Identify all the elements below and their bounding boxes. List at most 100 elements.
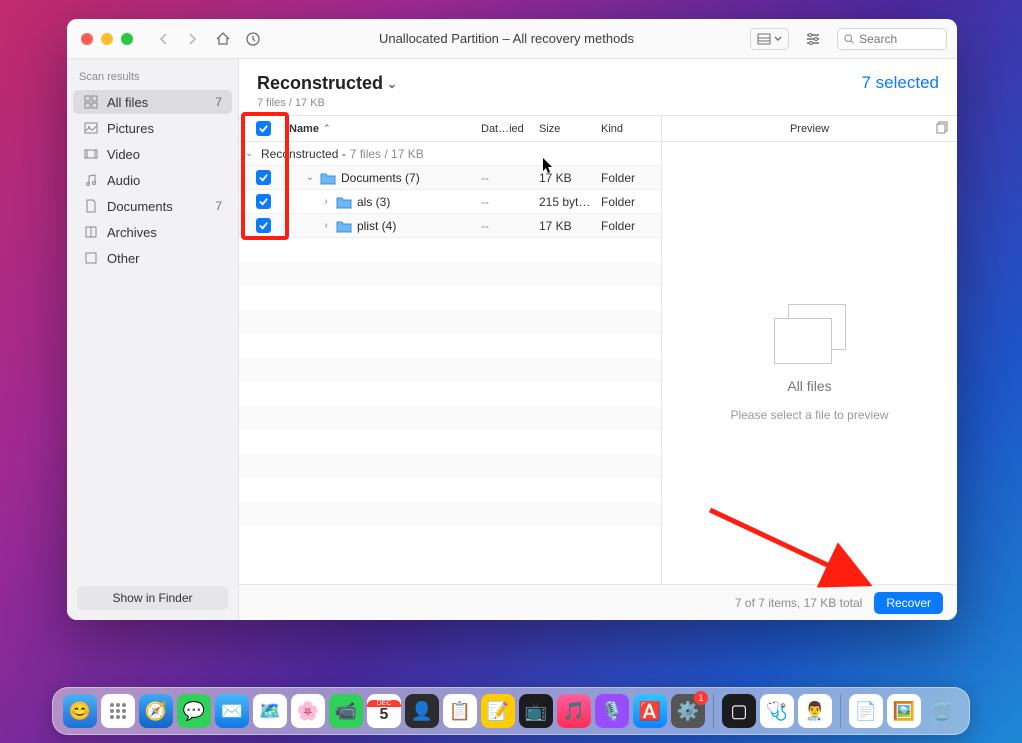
row-date: -- xyxy=(481,219,539,233)
table-row[interactable]: › plist (4) -- 17 KB Folder xyxy=(239,214,661,238)
sidebar-item-archives[interactable]: Archives xyxy=(73,220,232,244)
dock-calendar[interactable]: DEC5 xyxy=(367,694,401,728)
copy-icon[interactable] xyxy=(936,121,949,137)
doc-icon xyxy=(83,198,99,214)
search-field[interactable] xyxy=(837,28,947,50)
caret-right-icon[interactable]: › xyxy=(321,220,331,231)
image-icon xyxy=(83,120,99,136)
group-label: Reconstructed - xyxy=(261,147,346,161)
dock-music[interactable]: 🎵 xyxy=(557,694,591,728)
sidebar-header: Scan results xyxy=(67,67,238,89)
dock-tv[interactable]: 📺 xyxy=(519,694,553,728)
dock-finder[interactable]: 😊 xyxy=(63,694,97,728)
dock-trash[interactable]: 🗑️ xyxy=(925,694,959,728)
dock-mail[interactable]: ✉️ xyxy=(215,694,249,728)
sidebar-item-label: Audio xyxy=(107,173,140,188)
group-row[interactable]: ⌄ Reconstructed - 7 files / 17 KB xyxy=(239,142,661,166)
dock-messages[interactable]: 💬 xyxy=(177,694,211,728)
row-name: Documents (7) xyxy=(341,171,420,185)
sidebar-item-label: Other xyxy=(107,251,140,266)
dock-podcasts[interactable]: 🎙️ xyxy=(595,694,629,728)
row-name: als (3) xyxy=(357,195,390,209)
main-title[interactable]: Reconstructed⌄ xyxy=(257,73,397,94)
dock-notes[interactable]: 📝 xyxy=(481,694,515,728)
history-icon[interactable] xyxy=(243,29,263,49)
caret-down-icon[interactable]: ⌄ xyxy=(305,172,315,183)
selected-count: 7 selected xyxy=(862,73,940,93)
sidebar-item-pictures[interactable]: Pictures xyxy=(73,116,232,140)
dock-diskdrill[interactable]: 🩺 xyxy=(760,694,794,728)
sidebar-item-other[interactable]: Other xyxy=(73,246,232,270)
row-checkbox[interactable] xyxy=(256,194,271,209)
close-button[interactable] xyxy=(81,33,93,45)
main-subtitle: 7 files / 17 KB xyxy=(257,97,397,109)
row-kind: Folder xyxy=(601,219,661,233)
back-button[interactable] xyxy=(153,28,175,50)
sidebar-item-label: All files xyxy=(107,95,148,110)
home-icon[interactable] xyxy=(213,29,233,49)
dock-facetime[interactable]: 📹 xyxy=(329,694,363,728)
search-input[interactable] xyxy=(859,32,940,46)
dock-terminal[interactable]: ▢ xyxy=(722,694,756,728)
sidebar-item-documents[interactable]: Documents 7 xyxy=(73,194,232,218)
caret-down-icon: ⌄ xyxy=(245,148,257,159)
column-name[interactable]: Name ⌃ xyxy=(287,123,481,135)
row-date: -- xyxy=(481,195,539,209)
dock-safari[interactable]: 🧭 xyxy=(139,694,173,728)
preview-placeholder-icon xyxy=(774,304,846,364)
audio-icon xyxy=(83,172,99,188)
folder-icon xyxy=(336,219,352,233)
preview-title: All files xyxy=(787,378,831,394)
row-size: 215 byt… xyxy=(539,195,601,209)
caret-right-icon[interactable]: › xyxy=(321,196,331,207)
recover-button[interactable]: Recover xyxy=(874,592,943,614)
sidebar-item-label: Documents xyxy=(107,199,173,214)
dock-app[interactable]: 👨‍⚕️ xyxy=(798,694,832,728)
dock-settings[interactable]: ⚙️1 xyxy=(671,694,705,728)
dock-file[interactable]: 📄 xyxy=(849,694,883,728)
dock-photos[interactable]: 🌸 xyxy=(291,694,325,728)
select-all-checkbox[interactable] xyxy=(256,121,271,136)
row-checkbox[interactable] xyxy=(256,170,271,185)
toolbar: Unallocated Partition – All recovery met… xyxy=(67,19,957,59)
dock-contacts[interactable]: 👤 xyxy=(405,694,439,728)
column-size[interactable]: Size xyxy=(539,123,601,135)
row-name: plist (4) xyxy=(357,219,396,233)
chevron-down-icon: ⌄ xyxy=(387,77,397,91)
sidebar-item-all-files[interactable]: All files 7 xyxy=(73,90,232,114)
sidebar-item-audio[interactable]: Audio xyxy=(73,168,232,192)
folder-icon xyxy=(320,171,336,185)
sidebar-item-video[interactable]: Video xyxy=(73,142,232,166)
zoom-button[interactable] xyxy=(121,33,133,45)
cursor-icon xyxy=(543,158,555,174)
sort-asc-icon: ⌃ xyxy=(323,123,331,134)
forward-button[interactable] xyxy=(181,28,203,50)
dock-reminders[interactable]: 📋 xyxy=(443,694,477,728)
minimize-button[interactable] xyxy=(101,33,113,45)
dock-appstore[interactable]: 🅰️ xyxy=(633,694,667,728)
filter-icon[interactable] xyxy=(803,29,823,49)
row-kind: Folder xyxy=(601,195,661,209)
table-row[interactable]: ⌄ Documents (7) -- 17 KB Folder xyxy=(239,166,661,190)
sidebar-item-label: Pictures xyxy=(107,121,154,136)
show-in-finder-button[interactable]: Show in Finder xyxy=(77,586,228,610)
row-checkbox[interactable] xyxy=(256,218,271,233)
sidebar-item-label: Video xyxy=(107,147,140,162)
column-kind[interactable]: Kind xyxy=(601,123,661,135)
view-mode-button[interactable] xyxy=(750,28,789,50)
archive-icon xyxy=(83,224,99,240)
file-list-pane: Name ⌃ Dat…ied Size Kind ⌄ Reconstructed… xyxy=(239,115,661,584)
preview-subtitle: Please select a file to preview xyxy=(730,408,888,422)
preview-pane: Preview All files Please select a file t… xyxy=(661,115,957,584)
table-row[interactable]: › als (3) -- 215 byt… Folder xyxy=(239,190,661,214)
footer-summary: 7 of 7 items, 17 KB total xyxy=(735,596,862,610)
preview-header: Preview xyxy=(662,116,957,142)
dock-launchpad[interactable] xyxy=(101,694,135,728)
column-headers: Name ⌃ Dat…ied Size Kind xyxy=(239,116,661,142)
dock-screenshot[interactable]: 🖼️ xyxy=(887,694,921,728)
folder-icon xyxy=(336,195,352,209)
column-date[interactable]: Dat…ied xyxy=(481,123,539,135)
dock-maps[interactable]: 🗺️ xyxy=(253,694,287,728)
chevron-down-icon xyxy=(774,35,782,43)
window-controls xyxy=(81,33,133,45)
